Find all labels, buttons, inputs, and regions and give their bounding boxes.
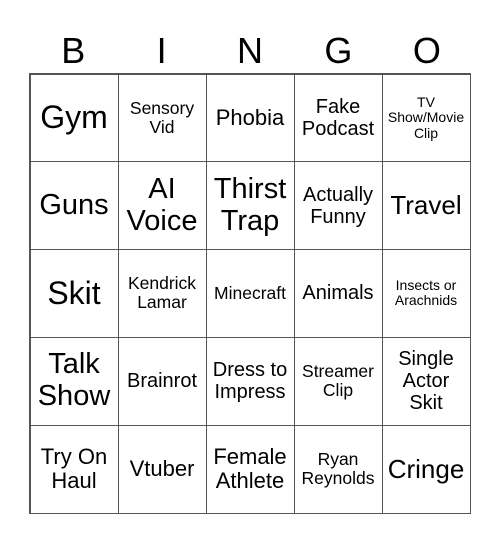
bingo-cell[interactable]: Actually Funny bbox=[293, 161, 383, 251]
bingo-cell[interactable]: Skit bbox=[29, 249, 119, 338]
bingo-cell[interactable]: AI Voice bbox=[117, 161, 207, 251]
bingo-cell[interactable]: Female Athlete bbox=[205, 424, 295, 514]
header-letter-i: I bbox=[156, 30, 167, 71]
header-letter-b: B bbox=[61, 30, 86, 71]
bingo-cell[interactable]: Travel bbox=[381, 161, 471, 251]
header-letter-n: N bbox=[237, 30, 264, 71]
bingo-cell[interactable]: Guns bbox=[29, 161, 119, 251]
bingo-cell[interactable]: Vtuber bbox=[117, 424, 207, 514]
bingo-header: B I N G O bbox=[29, 30, 471, 72]
bingo-cell[interactable]: Minecraft bbox=[205, 249, 295, 338]
bingo-cell[interactable]: Talk Show bbox=[29, 336, 119, 426]
header-letter-o: O bbox=[412, 30, 441, 71]
bingo-cell[interactable]: Streamer Clip bbox=[293, 336, 383, 426]
bingo-cell[interactable]: Dress to Impress bbox=[205, 336, 295, 426]
bingo-cell[interactable]: Single Actor Skit bbox=[381, 336, 471, 426]
bingo-cell[interactable]: Gym bbox=[29, 73, 119, 163]
bingo-cell[interactable]: Animals bbox=[293, 249, 383, 338]
bingo-cell[interactable]: Ryan Reynolds bbox=[293, 424, 383, 514]
bingo-cell[interactable]: Sensory Vid bbox=[117, 73, 207, 163]
bingo-cell[interactable]: Kendrick Lamar bbox=[117, 249, 207, 338]
bingo-grid: Gym Sensory Vid Phobia Fake Podcast TV S… bbox=[29, 73, 471, 514]
bingo-cell[interactable]: Phobia bbox=[205, 73, 295, 163]
bingo-cell[interactable]: TV Show/Movie Clip bbox=[381, 73, 471, 163]
bingo-cell[interactable]: Try On Haul bbox=[29, 424, 119, 514]
header-letter-g: G bbox=[324, 30, 353, 71]
bingo-cell[interactable]: Fake Podcast bbox=[293, 73, 383, 163]
bingo-cell[interactable]: Brainrot bbox=[117, 336, 207, 426]
bingo-cell[interactable]: Insects or Arachnids bbox=[381, 249, 471, 338]
bingo-cell[interactable]: Cringe bbox=[381, 424, 471, 514]
bingo-cell[interactable]: Thirst Trap bbox=[205, 161, 295, 251]
